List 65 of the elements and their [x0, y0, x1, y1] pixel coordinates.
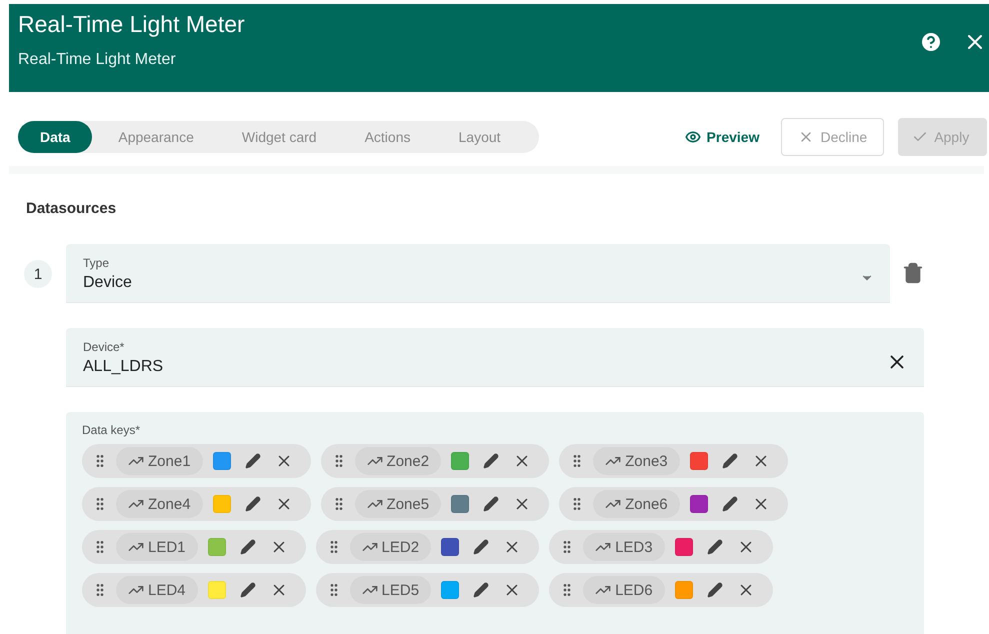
- edit-icon[interactable]: [722, 453, 738, 469]
- data-key-label[interactable]: LED2: [350, 533, 432, 561]
- color-swatch[interactable]: [441, 538, 460, 556]
- edit-icon[interactable]: [473, 539, 490, 555]
- color-swatch[interactable]: [212, 452, 231, 470]
- edit-icon[interactable]: [240, 539, 256, 555]
- color-swatch[interactable]: [212, 495, 231, 513]
- data-key-label[interactable]: Zone2: [354, 447, 442, 475]
- data-key-label[interactable]: LED6: [583, 576, 665, 604]
- tab[interactable]: Data: [18, 121, 92, 153]
- data-key-chip[interactable]: LED6: [549, 573, 773, 607]
- data-key-chip[interactable]: Zone1: [82, 444, 311, 478]
- data-key-label[interactable]: LED3: [583, 533, 665, 561]
- eye-icon: [684, 129, 701, 145]
- help-icon[interactable]: [919, 30, 943, 54]
- color-swatch[interactable]: [690, 452, 708, 470]
- trash-icon[interactable]: [902, 262, 924, 284]
- dialog-title: Real-Time Light Meter: [18, 10, 245, 38]
- color-swatch[interactable]: [690, 495, 708, 513]
- color-swatch[interactable]: [451, 452, 470, 470]
- data-key-label[interactable]: Zone1: [116, 447, 203, 475]
- data-key-chip[interactable]: Zone6: [559, 487, 788, 521]
- color-swatch[interactable]: [451, 495, 470, 513]
- data-key-chip[interactable]: LED3: [549, 530, 773, 564]
- edit-icon[interactable]: [483, 453, 500, 469]
- section-title: Datasources: [25, 199, 118, 217]
- edit-icon[interactable]: [706, 539, 723, 555]
- data-key-chip[interactable]: Zone3: [559, 444, 788, 478]
- preview-button[interactable]: Preview: [678, 125, 766, 149]
- color-swatch[interactable]: [208, 538, 226, 556]
- decline-button[interactable]: Decline: [781, 118, 884, 156]
- color-swatch[interactable]: [441, 581, 460, 599]
- data-key-chip[interactable]: Zone2: [320, 444, 550, 478]
- color-swatch[interactable]: [674, 538, 693, 556]
- edit-icon[interactable]: [483, 496, 500, 512]
- edit-icon[interactable]: [473, 582, 490, 598]
- data-key-chip[interactable]: LED1: [82, 530, 306, 564]
- edit-icon[interactable]: [244, 453, 261, 469]
- dialog-subtitle: Real-Time Light Meter: [18, 50, 177, 70]
- edit-icon[interactable]: [706, 582, 723, 598]
- data-key-chip[interactable]: Zone4: [82, 487, 311, 521]
- data-key-label[interactable]: LED1: [116, 533, 198, 561]
- data-key-chip[interactable]: LED5: [316, 573, 540, 607]
- device-field[interactable]: Device* ALL_LDRS: [66, 328, 924, 387]
- tab[interactable]: Layout: [436, 121, 523, 153]
- data-key-chip[interactable]: Zone5: [320, 487, 550, 521]
- data-key-label[interactable]: LED5: [350, 576, 432, 604]
- field-label: Data keys*: [82, 423, 140, 437]
- tab[interactable]: Actions: [342, 121, 432, 153]
- data-key-chip[interactable]: LED2: [316, 530, 540, 564]
- tab[interactable]: Widget card: [220, 121, 339, 153]
- data-key-label[interactable]: Zone5: [354, 490, 442, 518]
- edit-icon[interactable]: [240, 582, 256, 598]
- data-key-label[interactable]: Zone6: [593, 490, 680, 518]
- type-select[interactable]: Type Device: [66, 244, 890, 303]
- data-key-label[interactable]: Zone3: [593, 447, 680, 475]
- datasource-index: 1: [24, 260, 52, 288]
- color-swatch[interactable]: [208, 581, 226, 599]
- data-key-label[interactable]: Zone4: [116, 490, 203, 518]
- edit-icon[interactable]: [722, 496, 738, 512]
- color-swatch[interactable]: [674, 581, 693, 599]
- tab[interactable]: Appearance: [96, 121, 216, 153]
- edit-icon[interactable]: [244, 496, 261, 512]
- data-key-chip[interactable]: LED4: [82, 573, 306, 607]
- data-key-label[interactable]: LED4: [116, 576, 198, 604]
